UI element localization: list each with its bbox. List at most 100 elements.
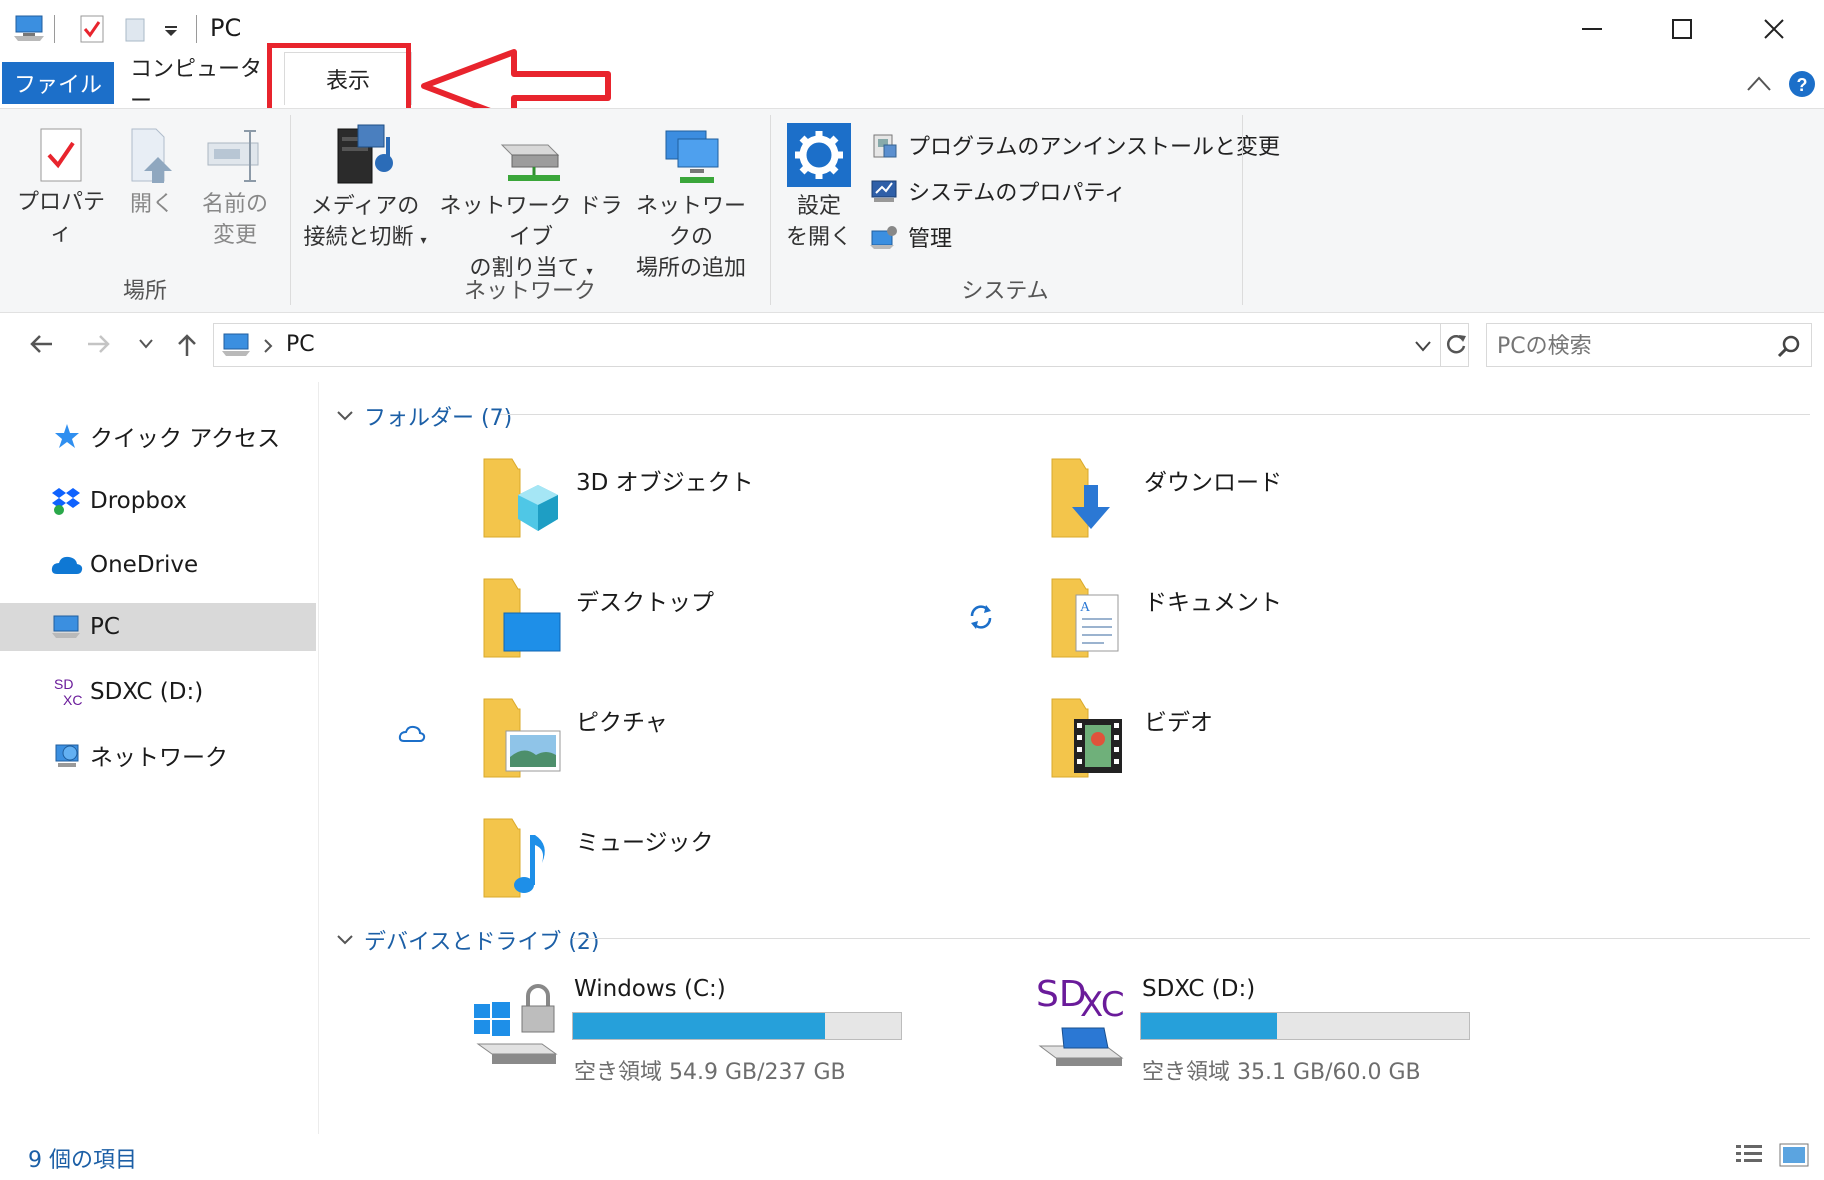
folder-desktop[interactable]: デスクトップ <box>480 575 714 665</box>
window-title: PC <box>210 14 242 42</box>
folder-label: 3D オブジェクト <box>576 470 754 496</box>
refresh-icon <box>1446 335 1466 354</box>
up-icon[interactable] <box>176 332 198 358</box>
open-settings-button[interactable]: 設定 を開く <box>780 123 858 253</box>
uninstall-programs-button[interactable]: プログラムのアンインストールと変更 <box>870 129 1280 161</box>
forward-icon[interactable] <box>86 334 112 354</box>
chevron-down-icon <box>337 411 353 421</box>
folder-label: ダウンロード <box>1144 470 1282 496</box>
star-icon <box>55 424 79 448</box>
folder-pictures[interactable]: ピクチャ <box>480 695 668 785</box>
sidebar-label-dropbox: Dropbox <box>90 488 187 514</box>
sidebar-item-network[interactable]: ネットワーク <box>0 731 316 779</box>
svg-text:A: A <box>1080 600 1091 615</box>
sidebar-item-pc[interactable]: PC <box>0 603 316 651</box>
folder-music[interactable]: ミュージック <box>480 815 714 905</box>
group-label-place: 場所 <box>122 279 167 304</box>
folder-label: デスクトップ <box>576 590 714 616</box>
drive-usage-fill <box>1141 1013 1278 1039</box>
refresh-button[interactable] <box>1440 323 1471 367</box>
manage-label: 管理 <box>908 227 953 252</box>
drives-section-header[interactable]: デバイスとドライブ (2) <box>336 924 600 956</box>
help-icon[interactable]: ? <box>1788 70 1816 98</box>
windows-drive-icon <box>474 984 558 1064</box>
rename-button[interactable]: 名前の 変更 <box>196 127 274 251</box>
add-network-location-button[interactable]: ネットワークの 場所の追加 <box>628 123 754 284</box>
network-location-icon <box>665 130 719 183</box>
collapse-ribbon-icon[interactable] <box>1746 74 1772 92</box>
drive-free-space: 空き領域 35.1 GB/60.0 GB <box>1142 1060 1421 1085</box>
network-drive-icon <box>500 144 560 181</box>
uninstall-label: プログラムのアンインストールと変更 <box>908 135 1281 160</box>
tab-view-highlight-box <box>267 43 411 118</box>
back-icon[interactable] <box>28 334 54 354</box>
drive-usage-bar <box>1140 1012 1470 1040</box>
recent-locations-icon[interactable] <box>138 338 154 350</box>
rename-label-1: 名前の <box>201 192 268 217</box>
sidebar-item-dropbox[interactable]: Dropbox <box>0 477 316 525</box>
close-icon <box>1764 19 1784 39</box>
svg-text:XC: XC <box>1080 985 1125 1025</box>
folder-documents-icon: A <box>1051 578 1119 658</box>
search-icon[interactable] <box>1777 334 1801 358</box>
folder-3d-icon <box>483 458 558 538</box>
address-pc-icon <box>222 333 250 356</box>
drive-name: SDXC (D:) <box>1142 976 1256 1002</box>
sd-card-drive-icon: SD XC <box>1036 974 1125 1066</box>
address-dropdown-icon[interactable] <box>1414 339 1432 353</box>
open-icon <box>131 128 172 183</box>
folder-label: ドキュメント <box>1144 590 1282 616</box>
system-properties-button[interactable]: システムのプロパティ <box>870 175 1126 207</box>
svg-text:XC: XC <box>63 692 82 708</box>
sidebar-item-sdxc[interactable]: SD XC SDXC (D:) <box>0 668 316 716</box>
sidebar-pc-icon <box>52 615 80 638</box>
sidebar-item-onedrive[interactable]: OneDrive <box>0 541 316 589</box>
tab-computer[interactable]: コンピューター <box>130 57 270 114</box>
sidebar-item-quick-access[interactable]: クイック アクセス <box>0 412 316 460</box>
drive-usage-fill <box>573 1013 825 1039</box>
open-button[interactable]: 開く <box>120 127 184 220</box>
close-button[interactable] <box>1730 0 1818 58</box>
minimize-icon <box>1582 28 1602 30</box>
open-label: 開く <box>129 192 174 217</box>
folder-videos[interactable]: ビデオ <box>1048 695 1213 785</box>
media-label-2: 接続と切断 ▾ <box>303 225 427 250</box>
system-properties-icon <box>871 180 897 202</box>
drive-usage-bar <box>572 1012 902 1040</box>
properties-icon <box>40 128 82 182</box>
minimize-button[interactable] <box>1548 0 1636 58</box>
svg-text:?: ? <box>1797 75 1808 95</box>
search-input[interactable] <box>1495 330 1769 362</box>
drive-free-space: 空き領域 54.9 GB/237 GB <box>574 1060 846 1085</box>
folder-music-icon <box>483 818 545 898</box>
folder-downloads[interactable]: ダウンロード <box>1048 455 1282 545</box>
folder-pictures-icon <box>483 698 561 778</box>
folder-videos-icon <box>1051 698 1122 778</box>
properties-button[interactable]: プロパティ <box>14 127 108 249</box>
manage-button[interactable]: 管理 <box>870 221 952 253</box>
folder-desktop-icon <box>483 578 561 658</box>
settings-gear-icon <box>787 123 851 187</box>
breadcrumb-pc[interactable]: PC <box>286 332 315 357</box>
details-view-icon[interactable] <box>1734 1142 1764 1168</box>
sdxc-logo-text: SD <box>1036 974 1087 1015</box>
media-server-icon <box>337 124 393 184</box>
maximize-icon <box>1672 19 1692 39</box>
media-connect-button[interactable]: メディアの 接続と切断 ▾ <box>296 123 434 256</box>
search-box[interactable] <box>1486 323 1812 367</box>
map-network-drive-button[interactable]: ネットワーク ドライブ の割り当て ▾ <box>438 123 624 287</box>
tab-file[interactable]: ファイル <box>2 62 114 104</box>
media-label-1: メディアの <box>310 194 420 219</box>
folder-3d-objects[interactable]: 3D オブジェクト <box>480 455 754 545</box>
large-icons-view-icon[interactable] <box>1778 1142 1810 1168</box>
quick-access-dropdown-icon[interactable] <box>164 26 178 36</box>
maximize-button[interactable] <box>1638 0 1726 58</box>
breadcrumb-chevron-icon[interactable] <box>262 338 274 354</box>
pc-icon <box>14 15 44 41</box>
group-label-network: ネットワーク <box>463 279 596 304</box>
new-folder-quick-icon[interactable] <box>124 17 146 43</box>
address-bar[interactable]: PC <box>213 323 1469 367</box>
properties-quick-icon[interactable] <box>80 15 104 43</box>
folder-documents[interactable]: A ドキュメント <box>1048 575 1282 665</box>
folders-section-header[interactable]: フォルダー (7) <box>336 400 512 432</box>
